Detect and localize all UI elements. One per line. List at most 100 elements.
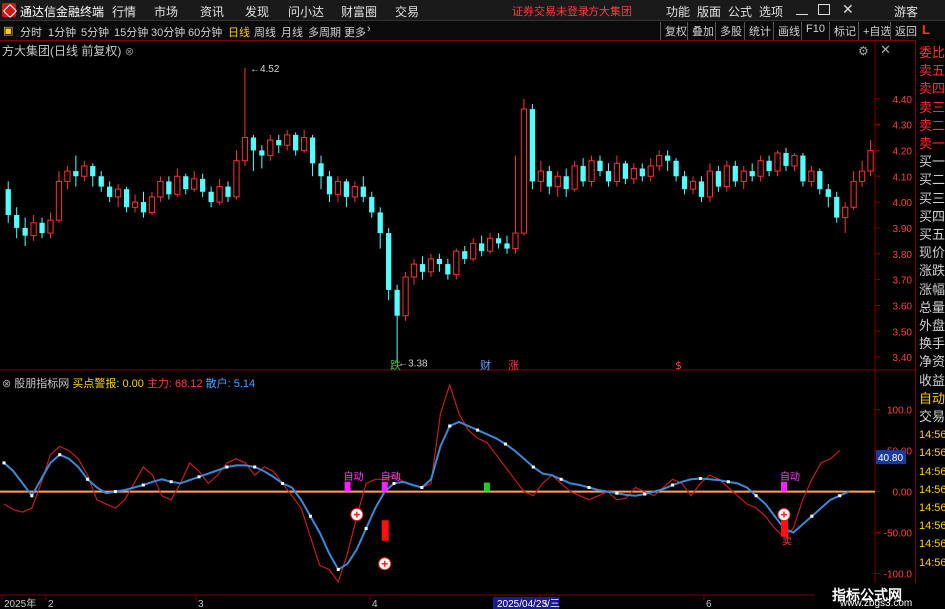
chart-area[interactable]: 4.40 4.30 4.20 4.10 4.00 3.90 3.80 3.70 3.60 3.50…	[0, 40, 915, 609]
side-panel-10[interactable]: 买五	[919, 226, 945, 244]
candle	[64, 165, 71, 190]
more-chevron-icon[interactable]: ›	[367, 23, 371, 35]
menu-layout[interactable]: 版面	[697, 3, 721, 20]
indicator-name[interactable]: 股朋指标网	[14, 378, 69, 390]
period-1min[interactable]: 1分钟	[48, 24, 76, 40]
period-weekly[interactable]: 周线	[254, 24, 276, 40]
side-panel-21[interactable]: 14:56	[919, 426, 945, 444]
side-panel-9[interactable]: 买四	[919, 208, 945, 226]
price-axis-label: 4.40	[893, 95, 913, 106]
tool-overlay[interactable]: 叠加	[687, 22, 718, 40]
menu-function[interactable]: 功能	[666, 3, 690, 20]
candle-body	[817, 171, 823, 190]
menu-wealth[interactable]: 财富圈	[341, 3, 377, 20]
period-30min[interactable]: 30分钟	[151, 24, 185, 40]
settings-gear-icon[interactable]: ⚙	[858, 44, 869, 58]
indicator-dot	[476, 428, 480, 432]
session-warning[interactable]: 证券交易未登录	[512, 3, 589, 19]
side-panel-25[interactable]: 14:56	[919, 499, 945, 517]
side-panel-15[interactable]: 外盘	[919, 317, 945, 335]
stock-menu-icon[interactable]: ⊗	[125, 46, 134, 58]
ind-axis-label: 0.00	[893, 488, 913, 499]
price-axis-label: 3.70	[893, 276, 913, 287]
side-panel-4[interactable]: 卖二	[919, 117, 945, 135]
side-panel-6[interactable]: 买一	[919, 153, 945, 171]
toolbar-lock-icon[interactable]: ▣	[3, 24, 13, 37]
menu-options[interactable]: 选项	[759, 3, 783, 20]
period-5min[interactable]: 5分钟	[81, 24, 109, 40]
side-panel-0[interactable]: 委比	[919, 44, 945, 62]
side-panel-19[interactable]: 自动	[919, 390, 945, 408]
side-panel-24[interactable]: 14:56	[919, 481, 945, 499]
menu-news[interactable]: 资讯	[200, 3, 224, 20]
side-panel-23[interactable]: 14:56	[919, 463, 945, 481]
tool-stats[interactable]: 统计	[744, 22, 775, 40]
candle	[580, 158, 586, 187]
candle	[673, 158, 679, 182]
side-panel-5[interactable]: 卖一	[919, 135, 945, 153]
close-panel-icon[interactable]: ✕	[880, 42, 891, 58]
side-panel-28[interactable]: 14:56	[919, 554, 945, 572]
menu-ask[interactable]: 问小达	[288, 3, 324, 20]
period-60min[interactable]: 60分钟	[188, 24, 222, 40]
menu-discover[interactable]: 发现	[245, 3, 269, 20]
period-monthly[interactable]: 月线	[281, 24, 303, 40]
indicator-toggle-icon[interactable]: ⊗	[2, 378, 11, 390]
candle-body	[445, 264, 451, 275]
candle	[115, 184, 122, 208]
period-intraday[interactable]: 分时	[20, 24, 42, 40]
candle-body	[369, 196, 375, 213]
candle-body	[115, 188, 122, 198]
menu-formula[interactable]: 公式	[728, 3, 752, 20]
candle-body	[225, 186, 231, 197]
tool-back[interactable]: 返回	[890, 22, 921, 40]
side-panel-11[interactable]: 现价	[919, 244, 945, 262]
side-panel-12[interactable]: 涨跌	[919, 262, 945, 280]
close-icon[interactable]: ✕	[842, 1, 854, 18]
tool-f10[interactable]: F10	[801, 22, 829, 40]
candle-body	[55, 180, 63, 221]
candle-body	[791, 155, 798, 167]
candle	[512, 155, 519, 254]
menu-trade[interactable]: 交易	[395, 3, 419, 20]
side-panel-22[interactable]: 14:56	[919, 444, 945, 462]
side-panel-8[interactable]: 买三	[919, 190, 945, 208]
side-panel-18[interactable]: 收益	[919, 372, 945, 390]
period-15min[interactable]: 15分钟	[114, 24, 148, 40]
side-panel-20[interactable]: 交易	[919, 408, 945, 426]
menu-market[interactable]: 市场	[154, 3, 178, 20]
high-price-label: ←4.52	[250, 64, 280, 75]
candle	[39, 217, 45, 239]
period-more[interactable]: 更多	[344, 24, 366, 40]
side-panel-17[interactable]: 净资	[919, 353, 945, 371]
maximize-icon[interactable]	[818, 4, 830, 15]
level-l-badge[interactable]: L	[922, 22, 930, 37]
side-panel-26[interactable]: 14:56	[919, 517, 945, 535]
indicator-dot	[2, 461, 6, 465]
side-panel-2[interactable]: 卖四	[919, 80, 945, 98]
side-panel-27[interactable]: 14:56	[919, 535, 945, 553]
minimize-icon[interactable]	[796, 4, 808, 15]
candle	[495, 233, 502, 249]
indicator-dot	[643, 492, 647, 496]
tool-multistock[interactable]: 多股	[715, 22, 746, 40]
candle-body	[512, 232, 519, 250]
indicator-dot	[726, 480, 730, 484]
candle-body	[647, 165, 654, 177]
side-panel-14[interactable]: 总量	[919, 299, 945, 317]
menu-quotes[interactable]: 行情	[112, 3, 136, 20]
period-multi[interactable]: 多周期	[308, 24, 341, 40]
candle	[191, 171, 198, 192]
candle	[293, 132, 299, 156]
side-panel-1[interactable]: 卖五	[919, 62, 945, 80]
side-panel-13[interactable]: 涨幅	[919, 281, 945, 299]
side-panel-7[interactable]: 买二	[919, 171, 945, 189]
candle-body	[495, 238, 502, 244]
buy-signal-bar	[483, 482, 490, 492]
side-panel-16[interactable]: 换手	[919, 335, 945, 353]
guest-label[interactable]: 游客	[894, 3, 918, 20]
tool-draw[interactable]: 画线	[773, 22, 804, 40]
side-panel-3[interactable]: 卖三	[919, 99, 945, 117]
period-daily[interactable]: 日线	[228, 24, 250, 40]
tool-mark[interactable]: 标记	[829, 22, 860, 40]
